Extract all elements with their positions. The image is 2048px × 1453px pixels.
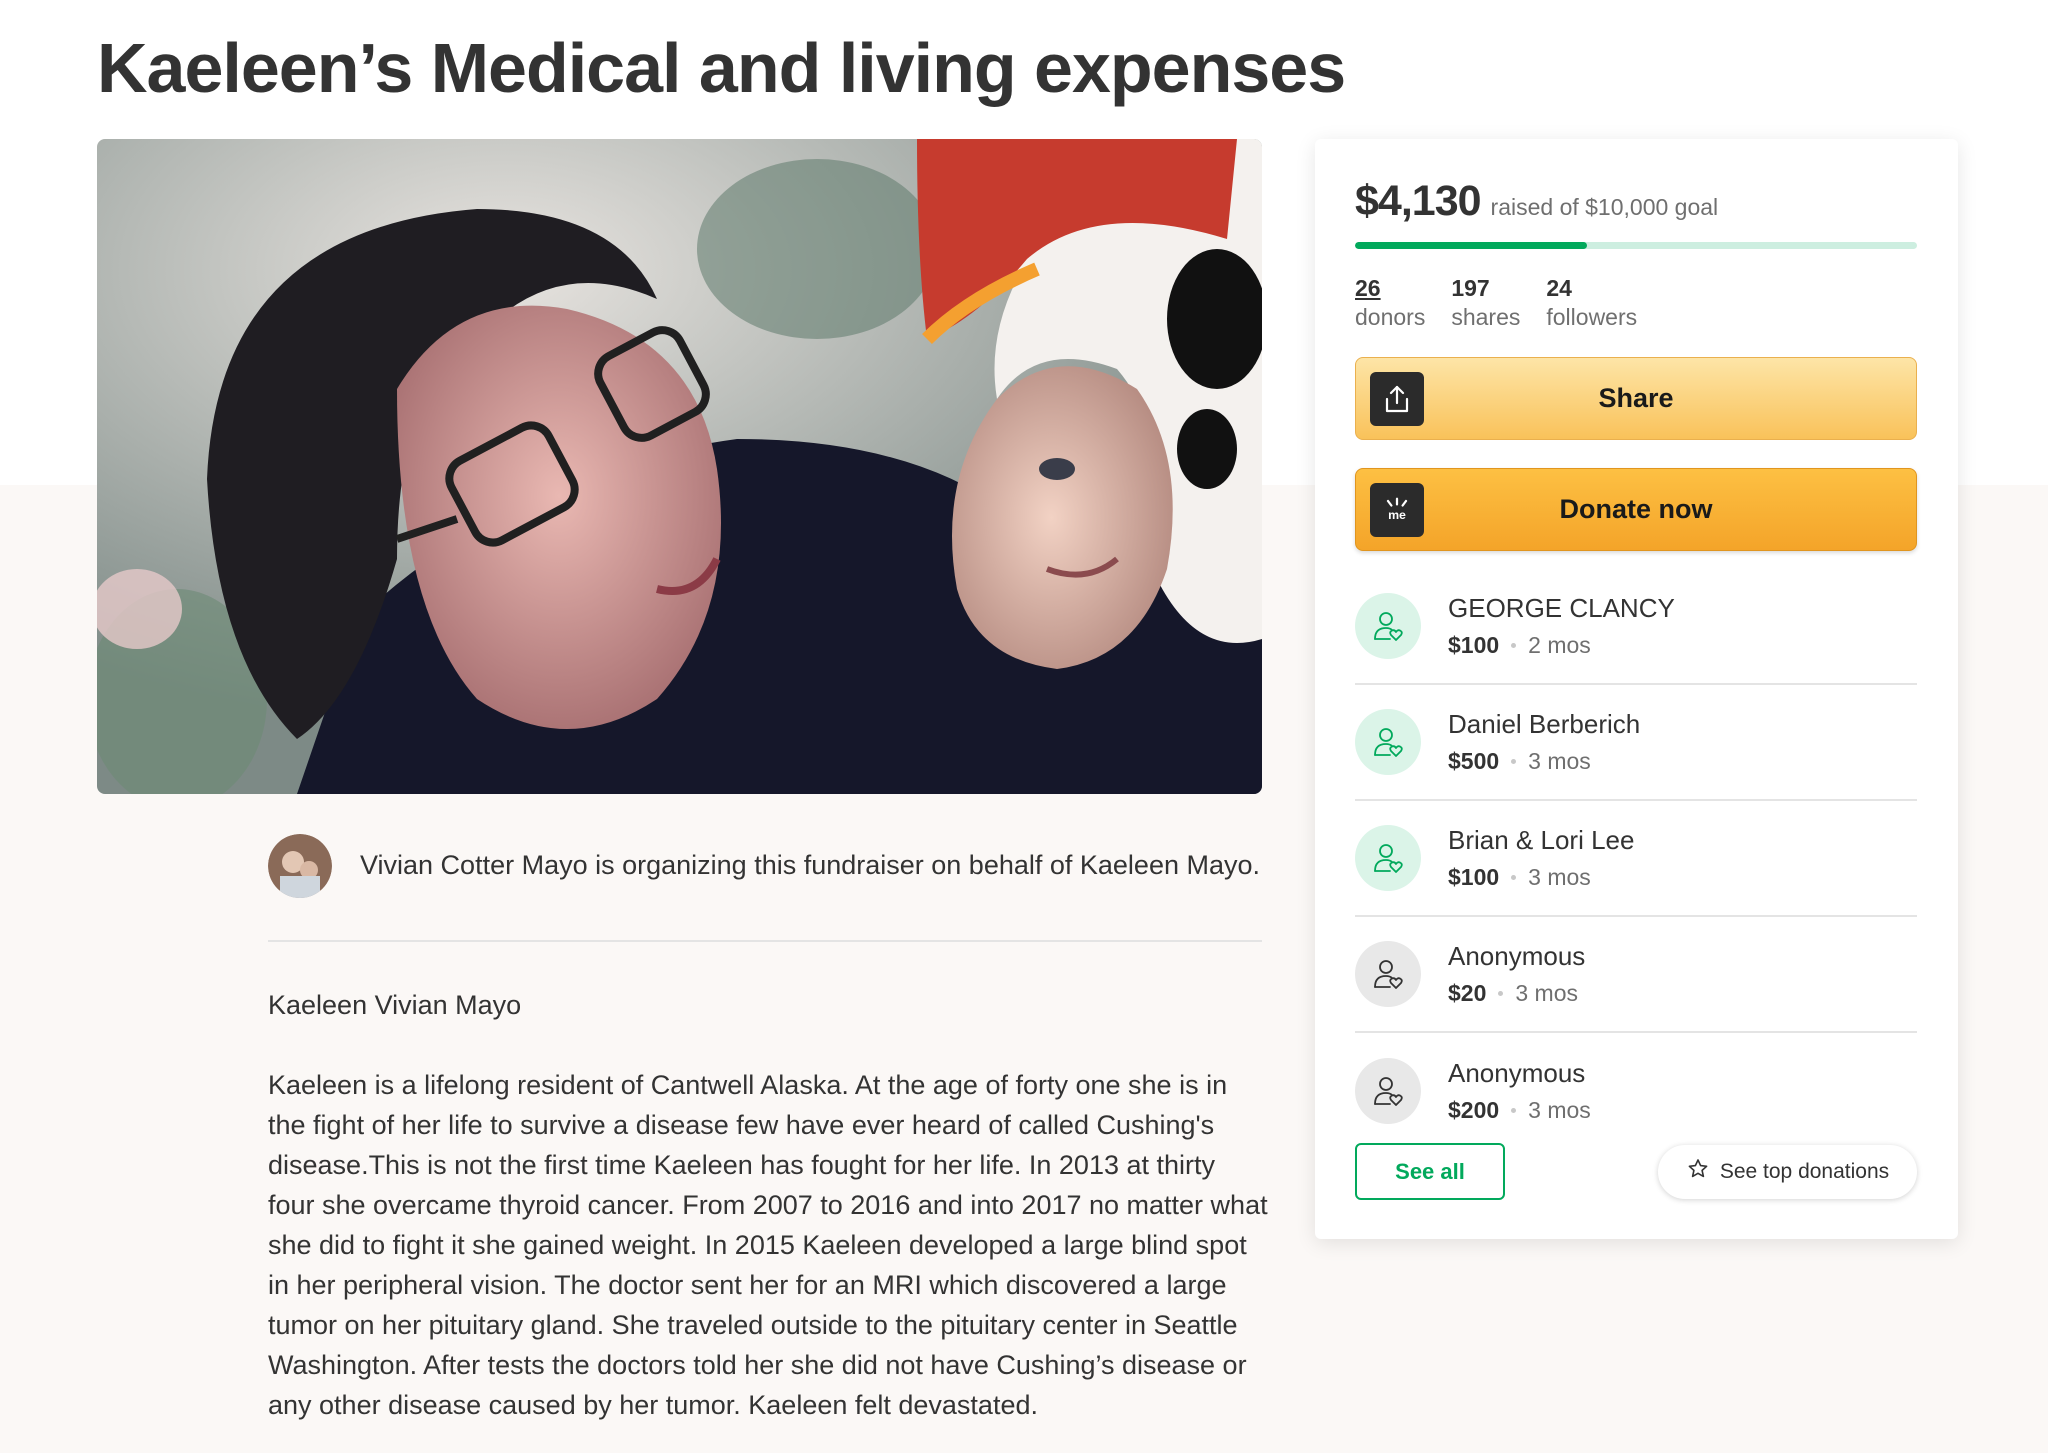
svg-text:me: me bbox=[1388, 508, 1406, 522]
hero-photo-image bbox=[97, 139, 1262, 794]
stat-label: shares bbox=[1451, 304, 1521, 330]
donor-name: Anonymous bbox=[1448, 1058, 1586, 1088]
story-body: Kaeleen is a lifelong resident of Cantwe… bbox=[268, 1070, 1268, 1420]
stat-value[interactable]: 26 bbox=[1355, 275, 1425, 302]
donation-amount: $100 bbox=[1448, 864, 1500, 890]
donation-amount: $500 bbox=[1448, 748, 1500, 774]
stats-row: 26 donors 197 shares 24 followers bbox=[1355, 275, 1637, 331]
donation-time: 3 mos bbox=[1528, 1097, 1591, 1123]
progress-bar bbox=[1355, 242, 1917, 249]
stat-shares: 197 shares bbox=[1451, 275, 1520, 331]
page-title: Kaeleen’s Medical and living expenses bbox=[97, 29, 1346, 107]
donation-time: 3 mos bbox=[1515, 980, 1579, 1006]
donation-item: GEORGE CLANCY $100 2 mos bbox=[1355, 569, 1917, 685]
donation-item: Anonymous $20 3 mos bbox=[1355, 917, 1917, 1033]
stat-value: 24 bbox=[1546, 275, 1572, 301]
stat-label: donors bbox=[1355, 304, 1426, 330]
stat-followers: 24 followers bbox=[1546, 275, 1637, 331]
separator-dot bbox=[1511, 1108, 1517, 1113]
see-top-donations-button[interactable]: See top donations bbox=[1658, 1145, 1917, 1199]
donor-name: Brian & Lori Lee bbox=[1448, 825, 1635, 855]
donate-button-label: Donate now bbox=[1559, 494, 1713, 524]
donation-time: 2 mos bbox=[1528, 632, 1591, 658]
person-heart-icon bbox=[1355, 709, 1421, 775]
share-upload-icon bbox=[1370, 372, 1424, 426]
organizer-avatar[interactable] bbox=[268, 834, 332, 898]
person-heart-icon bbox=[1355, 593, 1421, 659]
separator-dot bbox=[1498, 991, 1504, 996]
separator-dot bbox=[1511, 643, 1517, 648]
donation-time: 3 mos bbox=[1528, 864, 1591, 890]
donation-time: 3 mos bbox=[1528, 748, 1591, 774]
see-top-donations-label: See top donations bbox=[1719, 1160, 1890, 1183]
goal-text: raised of $10,000 goal bbox=[1490, 194, 1719, 220]
stat-value: 197 bbox=[1451, 275, 1490, 301]
donation-amount: $200 bbox=[1448, 1097, 1500, 1123]
stat-label: followers bbox=[1546, 304, 1638, 330]
stat-donors[interactable]: 26 donors bbox=[1355, 275, 1425, 331]
person-heart-icon bbox=[1355, 825, 1421, 891]
person-heart-icon bbox=[1355, 1058, 1421, 1124]
donation-card: $4,130 raised of $10,000 goal 26 donors … bbox=[1315, 139, 1958, 1239]
amount-value: $4,130 bbox=[1355, 177, 1482, 225]
separator-dot bbox=[1511, 759, 1517, 764]
star-outline-icon bbox=[1686, 1157, 1710, 1187]
donor-name: Anonymous bbox=[1448, 941, 1586, 971]
amount-raised: $4,130 raised of $10,000 goal bbox=[1355, 177, 1718, 226]
story-section: Kaeleen Vivian Mayo Kaeleen is a lifelon… bbox=[268, 985, 1268, 1425]
share-button-label: Share bbox=[1598, 383, 1674, 413]
donor-name: Daniel Berberich bbox=[1448, 709, 1641, 739]
donation-item: Anonymous $200 3 mos bbox=[1355, 1033, 1917, 1149]
hero-photo bbox=[97, 139, 1262, 794]
donation-amount: $100 bbox=[1448, 632, 1500, 658]
gofundme-logo-icon: me bbox=[1370, 483, 1424, 537]
donor-name: GEORGE CLANCY bbox=[1448, 593, 1675, 623]
donation-amount: $20 bbox=[1448, 980, 1487, 1006]
organizer-text: Vivian Cotter Mayo is organizing this fu… bbox=[360, 850, 1261, 880]
separator-dot bbox=[1511, 875, 1517, 880]
donations-list: GEORGE CLANCY $100 2 mos Daniel Berberic… bbox=[1355, 569, 1917, 1149]
person-heart-icon bbox=[1355, 941, 1421, 1007]
see-all-button[interactable]: See all bbox=[1355, 1143, 1505, 1200]
organizer-row: Vivian Cotter Mayo is organizing this fu… bbox=[268, 834, 1262, 942]
story-name: Kaeleen Vivian Mayo bbox=[268, 990, 522, 1020]
donation-item: Daniel Berberich $500 3 mos bbox=[1355, 685, 1917, 801]
donate-now-button[interactable]: me Donate now bbox=[1355, 468, 1917, 551]
donation-item: Brian & Lori Lee $100 3 mos bbox=[1355, 801, 1917, 917]
share-button[interactable]: Share bbox=[1355, 357, 1917, 440]
progress-fill bbox=[1355, 242, 1588, 249]
